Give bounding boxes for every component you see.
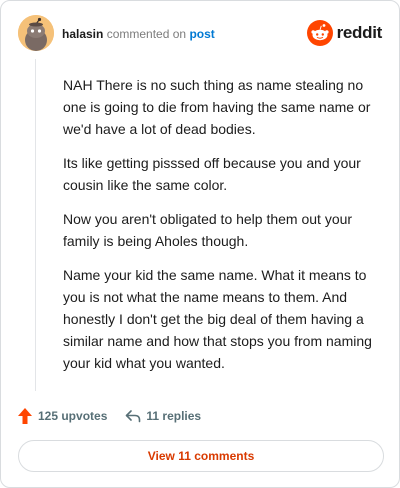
view-comments-label: View 11 comments (147, 449, 255, 463)
comment-card: halasin commented on post reddit NAH The… (0, 0, 400, 488)
comment-paragraph: NAH There is no such thing as name steal… (63, 77, 371, 137)
reply-arrow-icon (126, 410, 141, 423)
view-comments-button[interactable]: View 11 comments (18, 440, 384, 472)
upvote-button[interactable]: 125 upvotes (17, 407, 107, 425)
brand-wordmark: reddit (336, 23, 383, 42)
reddit-brand-logo[interactable]: reddit (306, 20, 383, 46)
reply-count: 11 replies (146, 409, 202, 423)
comment-header: halasin commented on post reddit (18, 15, 382, 55)
comment-paragraph: Now you aren't obligated to help them ou… (63, 211, 353, 249)
username-link[interactable]: halasin (62, 27, 103, 41)
comment-actions: 125 upvotes 11 replies (17, 405, 201, 427)
comment-paragraph: Its like getting pisssed off because you… (63, 155, 361, 193)
commented-on-text: commented on (106, 27, 187, 41)
post-link[interactable]: post (189, 27, 214, 41)
snoo-avatar-icon (18, 15, 54, 51)
replies-button[interactable]: 11 replies (125, 409, 201, 423)
comment-body: NAH There is no such thing as name steal… (63, 74, 379, 386)
upvote-arrow-icon (18, 408, 32, 424)
comment-paragraph: Name your kid the same name. What it mea… (63, 267, 372, 371)
thread-line[interactable] (35, 59, 36, 391)
upvote-count: 125 upvotes (38, 409, 108, 423)
comment-meta: halasin commented on post (62, 27, 215, 41)
reddit-snoo-icon (306, 20, 333, 46)
user-avatar[interactable] (18, 15, 54, 51)
